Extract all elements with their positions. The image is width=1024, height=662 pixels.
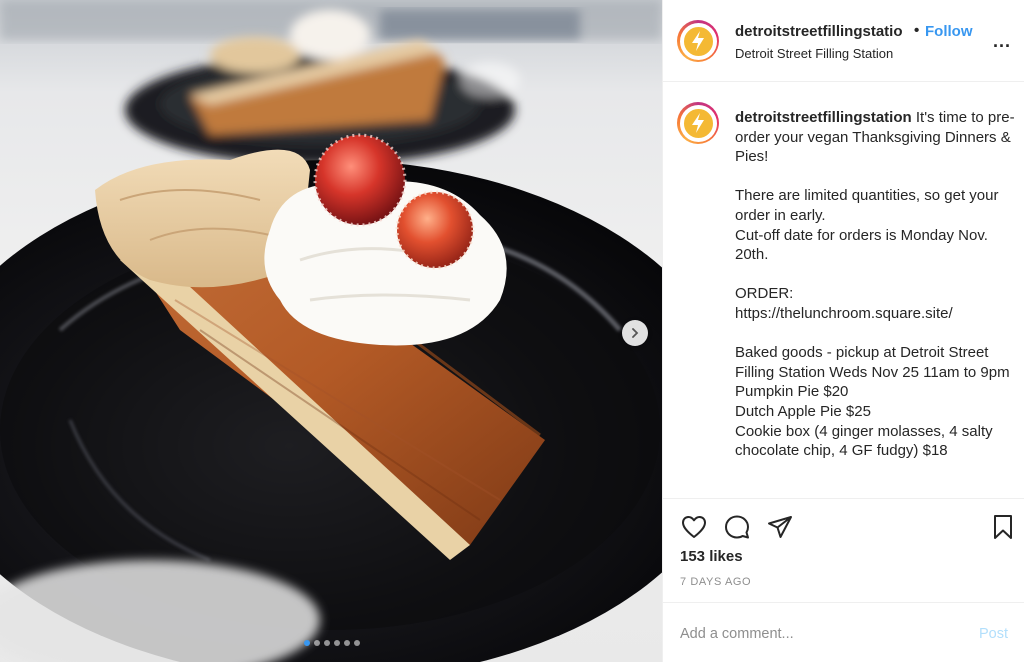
pie-photo-illustration: [0, 0, 662, 662]
carousel-indicator: [0, 640, 662, 646]
caption-username-link[interactable]: detroitstreetfillingstation: [735, 109, 912, 126]
post-photo[interactable]: [0, 0, 662, 662]
ellipsis-icon[interactable]: ...: [993, 32, 1011, 50]
comment-input[interactable]: [680, 623, 960, 645]
carousel-dot: [324, 640, 330, 646]
header-username-link[interactable]: detroitstreetfillingstatio: [735, 23, 903, 40]
carousel-dot: [304, 640, 310, 646]
caption-line: Pumpkin Pie $20: [735, 383, 849, 401]
caption-line: There are limited quantities, so get you…: [735, 187, 999, 224]
post-timestamp[interactable]: 7 DAYS AGO: [680, 576, 751, 588]
caption-avatar[interactable]: [677, 102, 719, 144]
comment-icon[interactable]: [723, 513, 751, 541]
caption-line: ORDER:: [735, 285, 794, 303]
header-separator: •: [914, 22, 920, 39]
caption-text: detroitstreetfillingstation It's time to…: [735, 108, 1017, 461]
post-header: detroitstreetfillingstatio • Follow Detr…: [663, 0, 1024, 82]
heart-icon[interactable]: [680, 513, 708, 541]
caption-line: Dutch Apple Pie $25: [735, 402, 871, 420]
caption-line: Baked goods - pickup at Detroit Street F…: [735, 344, 1010, 381]
post-side-panel: detroitstreetfillingstatio • Follow Detr…: [662, 0, 1024, 662]
avatar[interactable]: [677, 20, 719, 62]
likes-count[interactable]: 153 likes: [680, 548, 743, 565]
caption-section: detroitstreetfillingstation It's time to…: [663, 82, 1024, 498]
carousel-dot: [344, 640, 350, 646]
bookmark-icon[interactable]: [989, 513, 1017, 541]
lightning-bolt-icon: [692, 31, 704, 51]
carousel-dot: [314, 640, 320, 646]
caption-link[interactable]: https://thelunchroom.square.site/: [735, 304, 1017, 324]
follow-button[interactable]: Follow: [925, 23, 973, 40]
post-comment-button[interactable]: Post: [979, 626, 1008, 642]
comment-bar: Post: [663, 602, 1024, 662]
chevron-right-icon: [632, 328, 639, 338]
caption-line: Cookie box (4 ginger molasses, 4 salty c…: [735, 422, 993, 460]
post-actions: 153 likes 7 DAYS AGO: [663, 498, 1024, 602]
location-link[interactable]: Detroit Street Filling Station: [735, 46, 893, 61]
paper-plane-icon[interactable]: [766, 513, 794, 541]
carousel-next-button[interactable]: [622, 320, 648, 346]
carousel-dot: [354, 640, 360, 646]
carousel-dot: [334, 640, 340, 646]
caption-line: Cut-off date for orders is Monday Nov. 2…: [735, 226, 988, 264]
lightning-bolt-icon: [692, 113, 704, 133]
